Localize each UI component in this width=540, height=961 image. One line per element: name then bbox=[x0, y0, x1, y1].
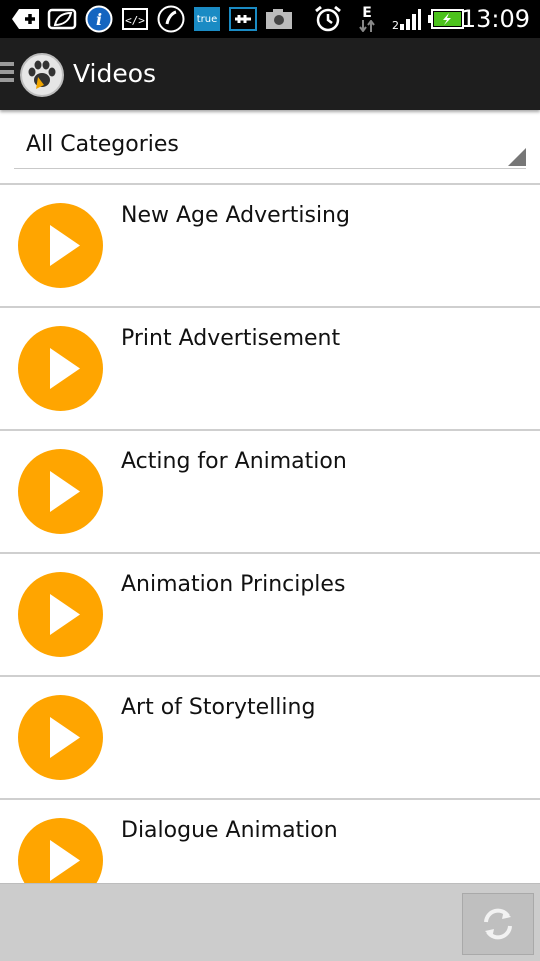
play-icon[interactable] bbox=[18, 695, 103, 780]
info-icon: i bbox=[84, 4, 114, 34]
alarm-icon bbox=[312, 4, 344, 34]
paw-logo-icon[interactable] bbox=[20, 53, 64, 97]
play-icon[interactable] bbox=[18, 572, 103, 657]
list-item[interactable]: Art of Storytelling bbox=[0, 677, 540, 800]
action-bar: Videos bbox=[0, 38, 540, 110]
play-icon[interactable] bbox=[18, 203, 103, 288]
svg-text:i: i bbox=[96, 10, 102, 29]
true-badge: true bbox=[194, 7, 220, 31]
code-icon: </> bbox=[120, 4, 150, 34]
network-e-icon: E bbox=[356, 4, 378, 34]
video-title: Dialogue Animation bbox=[121, 818, 338, 843]
phone-icon bbox=[156, 4, 186, 34]
plus-icon bbox=[10, 4, 42, 34]
play-icon[interactable] bbox=[18, 818, 103, 883]
usb-icon bbox=[228, 4, 258, 34]
clock-time: 13:09 bbox=[460, 5, 530, 33]
list-item[interactable]: Acting for Animation bbox=[0, 431, 540, 554]
camera-icon bbox=[264, 4, 294, 34]
list-item[interactable]: Animation Principles bbox=[0, 554, 540, 677]
leaf-icon bbox=[46, 4, 78, 34]
video-title: Print Advertisement bbox=[121, 326, 341, 351]
bottom-bar bbox=[0, 883, 540, 961]
svg-text:2: 2 bbox=[392, 19, 399, 31]
list-item[interactable]: New Age Advertising bbox=[0, 185, 540, 308]
page-title: Videos bbox=[73, 59, 157, 88]
svg-text:</>: </> bbox=[125, 14, 145, 27]
signal-icon: 2 bbox=[390, 4, 422, 34]
list-item[interactable]: Print Advertisement bbox=[0, 308, 540, 431]
drawer-icon[interactable] bbox=[0, 62, 14, 86]
refresh-icon bbox=[484, 908, 512, 940]
refresh-button[interactable] bbox=[462, 893, 534, 955]
dropdown-arrow-icon bbox=[508, 148, 526, 166]
true-app-icon: true bbox=[193, 4, 221, 34]
video-title: New Age Advertising bbox=[121, 203, 350, 228]
play-icon[interactable] bbox=[18, 326, 103, 411]
video-title: Animation Principles bbox=[121, 572, 346, 597]
video-list[interactable]: New Age Advertising Print Advertisement … bbox=[0, 185, 540, 883]
battery-charging-icon bbox=[427, 4, 465, 34]
list-item[interactable]: Dialogue Animation bbox=[0, 800, 540, 883]
play-icon[interactable] bbox=[18, 449, 103, 534]
video-title: Art of Storytelling bbox=[121, 695, 316, 720]
video-title: Acting for Animation bbox=[121, 449, 347, 474]
category-dropdown[interactable]: All Categories bbox=[14, 124, 526, 169]
network-type-label: E bbox=[362, 5, 372, 21]
status-bar: i </> true E 2 13:09 bbox=[0, 0, 540, 38]
category-dropdown-value: All Categories bbox=[26, 132, 179, 157]
